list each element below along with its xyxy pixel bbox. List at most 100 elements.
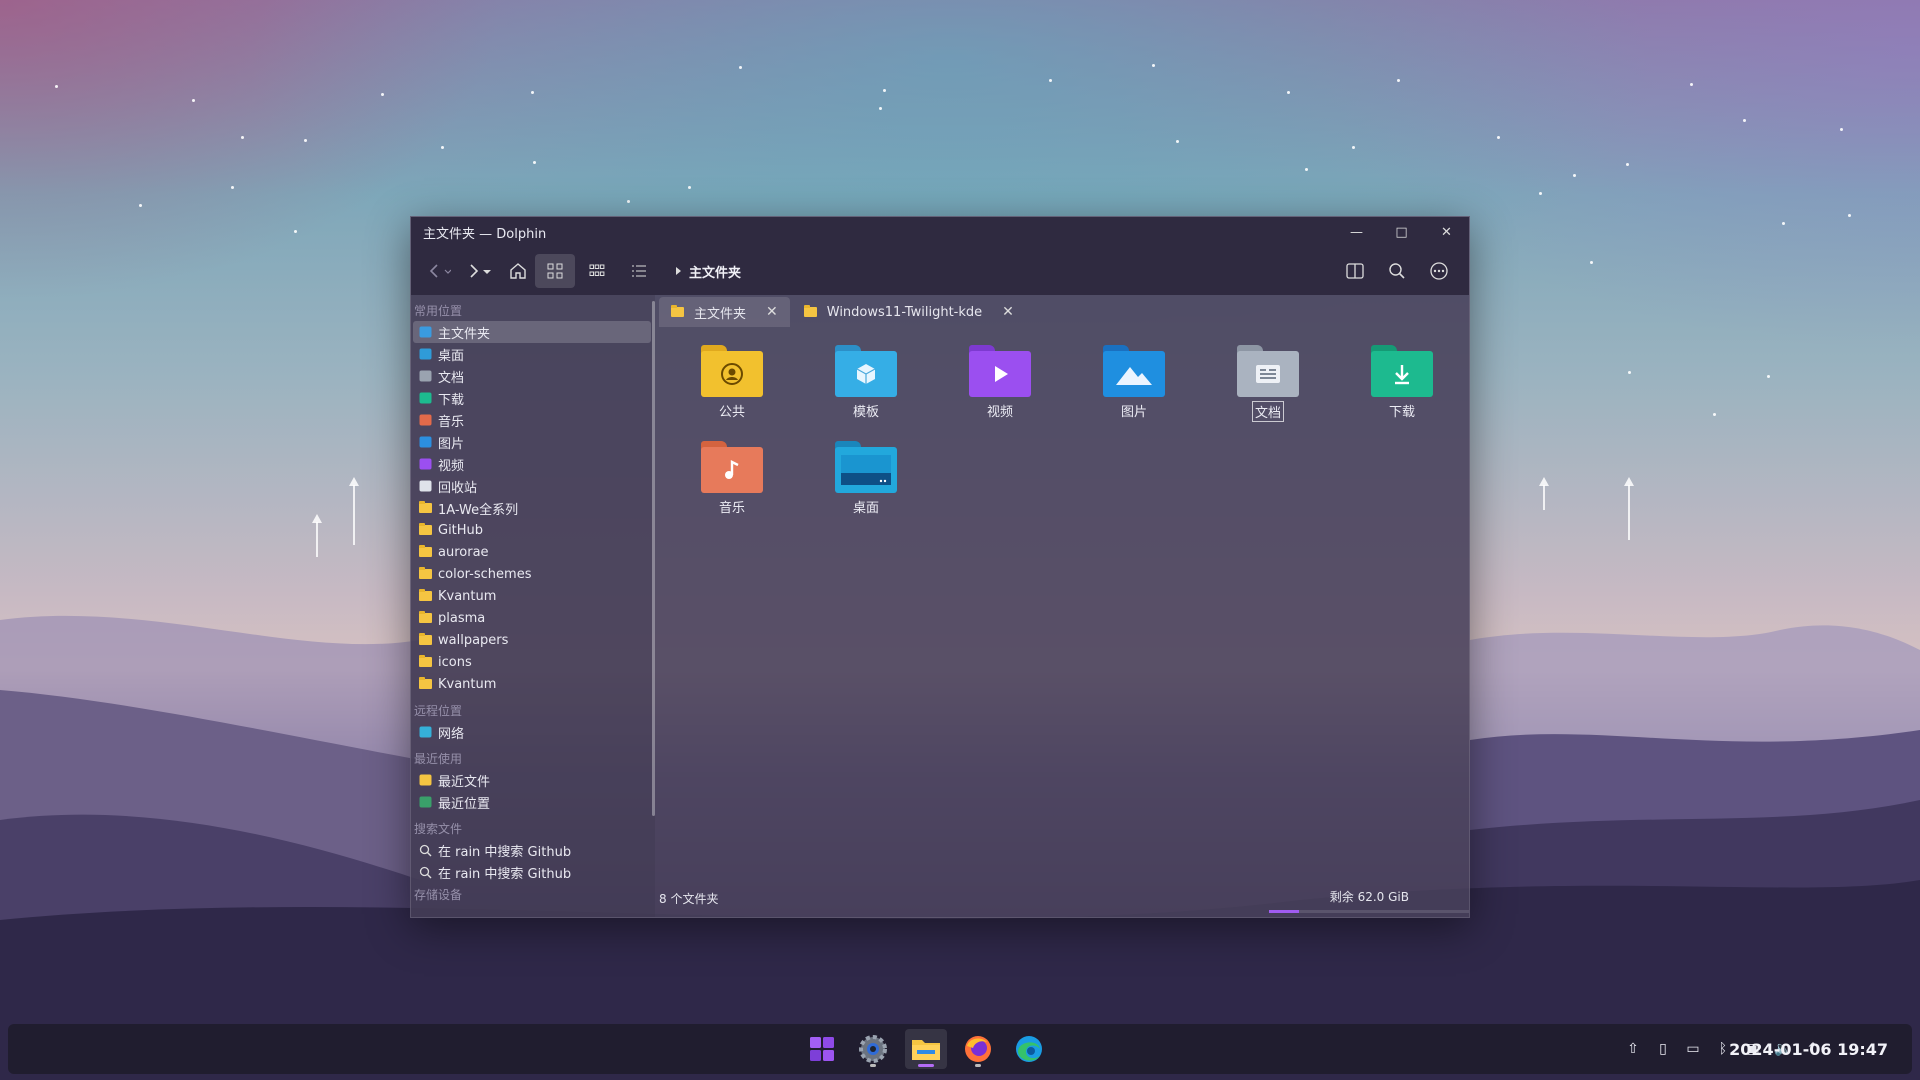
sidebar-item[interactable]: 视频 xyxy=(413,453,651,475)
tab-home[interactable]: 主文件夹 ✕ xyxy=(659,297,790,327)
sidebar-item-label: GitHub xyxy=(438,522,484,538)
folder-icon xyxy=(803,305,817,317)
sidebar-item[interactable]: color-schemes xyxy=(413,563,651,585)
sidebar-item[interactable]: 在 rain 中搜索 Github xyxy=(413,839,651,861)
sidebar-item[interactable]: 回收站 xyxy=(413,475,651,497)
folder-label: 下载 xyxy=(1388,405,1415,420)
sidebar-item-label: Kvantum xyxy=(438,676,497,692)
folder-icon xyxy=(418,567,432,580)
folder-label: 视频 xyxy=(986,405,1013,420)
video-icon xyxy=(418,458,432,470)
sidebar-item[interactable]: wallpapers xyxy=(413,629,651,651)
close-tab-icon[interactable]: ✕ xyxy=(766,304,778,320)
clipboard-icon[interactable]: ▯ xyxy=(1654,1041,1672,1057)
active-indicator xyxy=(918,1064,934,1067)
folder-icon xyxy=(418,545,432,558)
sidebar-item[interactable]: 桌面 xyxy=(413,343,651,365)
close-button[interactable]: ✕ xyxy=(1424,217,1469,247)
sidebar-item[interactable]: 主文件夹 xyxy=(413,321,651,343)
home-button[interactable] xyxy=(503,254,533,288)
folder-icon xyxy=(418,655,432,668)
folder-icon xyxy=(418,589,432,602)
compact-view-button[interactable] xyxy=(577,254,617,288)
firefox-icon xyxy=(965,1036,991,1062)
folder-item[interactable]: 公共 xyxy=(677,345,787,420)
back-button[interactable] xyxy=(421,254,451,288)
sidebar-item-label: 文档 xyxy=(438,370,465,386)
grid-view-icon xyxy=(547,263,563,279)
start-button[interactable] xyxy=(801,1029,843,1069)
folder-icon xyxy=(418,633,432,646)
sidebar-item[interactable]: plasma xyxy=(413,607,651,629)
sidebar-item[interactable]: 网络 xyxy=(413,721,651,743)
search-button[interactable] xyxy=(1377,254,1417,288)
music-folder-icon xyxy=(701,441,763,493)
sidebar-item-label: 最近位置 xyxy=(438,796,491,812)
tab-label: 主文件夹 xyxy=(694,306,747,322)
sidebar-item[interactable]: 最近位置 xyxy=(413,791,651,813)
download-icon xyxy=(418,392,432,404)
folder-item[interactable]: 下载 xyxy=(1347,345,1457,420)
display-icon[interactable]: ▭ xyxy=(1684,1041,1702,1057)
settings-app[interactable] xyxy=(852,1029,894,1069)
forward-icon xyxy=(470,264,491,278)
toolbar: 主文件夹 xyxy=(411,247,1469,295)
sidebar-item[interactable]: 最近文件 xyxy=(413,769,651,791)
sidebar-item-label: 在 rain 中搜索 Github xyxy=(438,844,572,860)
folder-item[interactable]: 桌面 xyxy=(811,441,921,516)
sidebar-item-label: 回收站 xyxy=(438,480,478,496)
sidebar-item-label: wallpapers xyxy=(438,632,509,648)
menu-button[interactable] xyxy=(1419,254,1459,288)
file-view[interactable]: 主文件夹 ✕ Windows11-Twilight-kde ✕ 公共 模板 视频 图片… xyxy=(655,295,1469,917)
clock[interactable]: 2024-01-06 19:47 xyxy=(1729,1024,1888,1074)
icons-view-button[interactable] xyxy=(535,254,575,288)
sidebar-item[interactable]: 文档 xyxy=(413,365,651,387)
sidebar-item[interactable]: 音乐 xyxy=(413,409,651,431)
close-tab-icon[interactable]: ✕ xyxy=(1002,304,1014,320)
title-bar[interactable]: 主文件夹 — Dolphin — □ ✕ xyxy=(411,217,1469,247)
music-icon xyxy=(418,414,432,426)
sidebar-item[interactable]: icons xyxy=(413,651,651,673)
updates-icon[interactable]: ⇧ xyxy=(1624,1041,1642,1057)
sidebar-item[interactable]: 在 rain 中搜索 Github xyxy=(413,861,651,883)
recent-locations-icon xyxy=(418,796,432,808)
breadcrumb[interactable]: 主文件夹 xyxy=(675,262,741,281)
sidebar-item[interactable]: 图片 xyxy=(413,431,651,453)
forward-button[interactable] xyxy=(463,254,493,288)
split-view-button[interactable] xyxy=(1335,254,1375,288)
folder-label: 图片 xyxy=(1120,405,1147,420)
network-icon xyxy=(418,726,432,738)
folder-icon xyxy=(671,305,684,317)
minimize-button[interactable]: — xyxy=(1334,217,1379,247)
details-view-button[interactable] xyxy=(619,254,659,288)
start-icon xyxy=(810,1037,834,1061)
breadcrumb-current[interactable]: 主文件夹 xyxy=(689,262,741,281)
tab-bar: 主文件夹 ✕ Windows11-Twilight-kde ✕ xyxy=(655,295,1469,327)
file-manager-app[interactable] xyxy=(905,1029,947,1069)
settings-icon xyxy=(859,1035,887,1063)
sidebar-item[interactable]: 下载 xyxy=(413,387,651,409)
maximize-button[interactable]: □ xyxy=(1379,217,1424,247)
folder-item[interactable]: 模板 xyxy=(811,345,921,420)
folder-item[interactable]: 文档 xyxy=(1213,345,1323,422)
sidebar-item[interactable]: GitHub xyxy=(413,519,651,541)
folder-label: 桌面 xyxy=(852,501,879,516)
folder-item[interactable]: 音乐 xyxy=(677,441,787,516)
home-icon xyxy=(510,263,526,279)
tab-windows11-twilight-kde[interactable]: Windows11-Twilight-kde ✕ xyxy=(792,297,1026,327)
free-space-label: 剩余 62.0 GiB xyxy=(1329,890,1409,904)
dolphin-window[interactable]: 主文件夹 — Dolphin — □ ✕ 主文件夹 常用位置 主文件夹 桌面 文… xyxy=(410,216,1470,918)
compact-view-icon xyxy=(589,264,605,276)
folder-item[interactable]: 图片 xyxy=(1079,345,1189,420)
home-icon xyxy=(418,326,432,338)
firefox-app[interactable] xyxy=(957,1029,999,1069)
split-view-icon xyxy=(1346,263,1364,279)
sidebar-item-label: 1A-We全系列 xyxy=(438,502,519,518)
sidebar-item[interactable]: 1A-We全系列 xyxy=(413,497,651,519)
window-title: 主文件夹 — Dolphin xyxy=(423,226,547,242)
edge-app[interactable] xyxy=(1008,1029,1050,1069)
sidebar-item[interactable]: aurorae xyxy=(413,541,651,563)
sidebar-item[interactable]: Kvantum xyxy=(413,585,651,607)
sidebar-item[interactable]: Kvantum xyxy=(413,673,651,695)
folder-item[interactable]: 视频 xyxy=(945,345,1055,420)
